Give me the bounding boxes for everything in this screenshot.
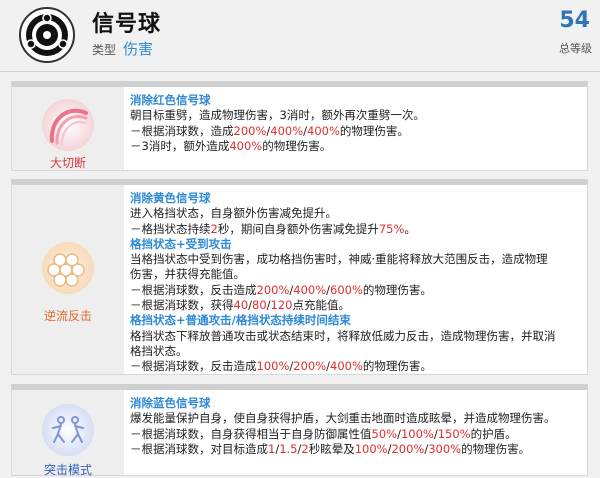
skill-name: 大切断 xyxy=(49,156,86,170)
effect-text: 进入格挡状态，自身额外伤害减免提升。 xyxy=(130,206,581,221)
effect-text: 朝目标重劈，造成物理伤害，3消时，额外再次重劈一次。 xyxy=(130,108,581,123)
skill-description: 消除黄色信号球 进入格挡状态，自身额外伤害减免提升。 －格挡状态持续2秒，期间自身额… xyxy=(130,191,581,375)
text-segment: 格挡状态下释放普通攻击或状态结束时，将释放低威力反击，造成物理伤害，并取消 xyxy=(130,328,556,343)
text-segment: 进入格挡状态，自身额外伤害减免提升。 xyxy=(130,206,337,221)
highlight-value: 100% xyxy=(354,441,388,456)
header-divider xyxy=(0,71,600,72)
highlight-value: 400% xyxy=(229,138,263,153)
highlight-value: 200% xyxy=(391,441,425,456)
skill-name: 逆流反击 xyxy=(43,309,92,323)
text-segment: 爆发能量保护自身，使自身获得护盾，大剑重击地面时造成眩晕，并造成物理伤害。 xyxy=(130,411,556,426)
total-level-value: 54 xyxy=(559,8,590,33)
effect-text: －根据消球数，对目标造成1/1.5/2秒眩晕及100%/200%/300%的物理… xyxy=(130,442,581,457)
skill-card-blue: 突击模式 消除蓝色信号球 爆发能量保护自身，使自身获得护盾，大剑重击地面时造成眩晕… xyxy=(11,384,588,477)
skill-card-yellow: 逆流反击 消除黄色信号球 进入格挡状态，自身额外伤害减免提升。 －格挡状态持续2秒，… xyxy=(11,179,588,375)
text-segment: 的物理伤害。 xyxy=(461,441,531,456)
effect-heading: 格挡状态+普通攻击/格挡状态持续时间结束 xyxy=(130,313,351,328)
highlight-value: 400% xyxy=(307,123,340,138)
orange-honeycomb-shield-icon xyxy=(42,242,94,294)
text-segment: －根据消球数，对目标造成 xyxy=(130,441,268,456)
text-segment: 。 xyxy=(404,221,416,236)
effect-heading: 消除红色信号球 xyxy=(130,93,211,107)
highlight-value: 1.5 xyxy=(279,441,298,456)
highlight-value: 200% xyxy=(233,123,267,138)
text-segment: 格挡状态。 xyxy=(130,343,188,358)
effect-text: －根据消球数，反击造成100%/200%/400%的物理伤害。 xyxy=(130,359,581,374)
skill-description: 消除红色信号球 朝目标重劈，造成物理伤害，3消时，额外再次重劈一次。 －根据消球数，… xyxy=(130,93,581,154)
highlight-value: 400% xyxy=(270,123,304,138)
skill-icon-column: 大切断 xyxy=(12,87,124,170)
skill-card-red: 大切断 消除红色信号球 朝目标重劈，造成物理伤害，3消时，额外再次重劈一次。 －根据… xyxy=(11,81,588,171)
highlight-value: 400% xyxy=(293,282,327,297)
blue-charging-figures-icon xyxy=(42,404,94,456)
highlight-value: 2 xyxy=(301,441,309,456)
text-segment: 的物理伤害。 xyxy=(339,123,409,138)
signal-orb-emblem-icon xyxy=(19,7,75,63)
text-segment: 的物理伤害。 xyxy=(362,282,432,297)
highlight-value: 200% xyxy=(293,359,327,374)
text-segment: 秒，期间自身额外伤害减免提升 xyxy=(217,221,379,236)
effect-text: －根据消球数，自身获得相当于自身防御属性值50%/100%/150%的护盾。 xyxy=(130,427,581,442)
effect-text: －根据消球数，获得40/80/120点充能值。 xyxy=(130,298,581,313)
skill-icon-column: 突击模式 xyxy=(12,390,124,477)
highlight-value: 600% xyxy=(330,282,363,297)
effect-text: －根据消球数，反击造成200%/400%/600%的物理伤害。 xyxy=(130,283,581,298)
type-label: 类型 xyxy=(92,43,117,57)
effect-text: 爆发能量保护自身，使自身获得护盾，大剑重击地面时造成眩晕，并造成物理伤害。 xyxy=(130,411,581,426)
skill-description: 消除蓝色信号球 爆发能量保护自身，使自身获得护盾，大剑重击地面时造成眩晕，并造成物… xyxy=(130,396,581,457)
highlight-value: 75% xyxy=(378,221,405,236)
highlight-value: 300% xyxy=(428,441,462,456)
type-value: 伤害 xyxy=(123,40,154,58)
skill-header: 信号球 类型 伤害 54 总等级 xyxy=(0,0,600,68)
text-segment: 当格挡状态中受到伤害，成功格挡伤害时，神威·重能将释放大范围反击，造成物理 xyxy=(130,252,548,267)
effect-text: －根据消球数，造成200%/400%/400%的物理伤害。 xyxy=(130,124,581,139)
highlight-value: 150% xyxy=(437,426,471,441)
effect-heading: 格挡状态+受到攻击 xyxy=(130,236,232,251)
effect-text: 格挡状态。 xyxy=(130,344,581,359)
effect-heading: 消除蓝色信号球 xyxy=(130,396,211,410)
skill-icon-column: 逆流反击 xyxy=(12,185,124,374)
red-crescent-slash-icon xyxy=(42,99,94,151)
text-segment: 秒眩晕及 xyxy=(308,441,355,456)
effect-text: －格挡状态持续2秒，期间自身额外伤害减免提升75%。 xyxy=(130,222,581,237)
effect-text: －3消时，额外造成400%的物理伤害。 xyxy=(130,139,581,154)
highlight-value: 2 xyxy=(210,221,218,236)
text-segment: 的物理伤害。 xyxy=(362,359,432,374)
text-segment: 的护盾。 xyxy=(470,426,517,441)
text-segment: －3消时，额外造成 xyxy=(130,138,230,153)
highlight-value: 200% xyxy=(256,282,290,297)
highlight-value: 40 xyxy=(233,298,249,313)
highlight-value: 120 xyxy=(270,298,293,313)
text-segment: －根据消球数，获得 xyxy=(130,298,234,313)
text-segment: －根据消球数，反击造成 xyxy=(130,359,257,374)
effect-text: 伤害，并获得充能值。 xyxy=(130,267,581,282)
effect-heading: 消除黄色信号球 xyxy=(130,191,211,205)
highlight-value: 80 xyxy=(252,298,267,313)
skill-title: 信号球 xyxy=(92,12,162,37)
text-segment: 朝目标重劈，造成物理伤害，3消时，额外再次重劈一次。 xyxy=(130,108,425,123)
text-segment: 点充能值。 xyxy=(292,298,350,313)
effect-text: 当格挡状态中受到伤害，成功格挡伤害时，神威·重能将释放大范围反击，造成物理 xyxy=(130,252,581,267)
text-segment: －根据消球数，自身获得相当于自身防御属性值 xyxy=(130,426,372,441)
skill-name: 突击模式 xyxy=(43,463,92,477)
text-segment: －根据消球数，造成 xyxy=(130,123,234,138)
effect-text: 格挡状态下释放普通攻击或状态结束时，将释放低威力反击，造成物理伤害，并取消 xyxy=(130,329,581,344)
total-level-label: 总等级 xyxy=(559,42,592,55)
text-segment: －格挡状态持续 xyxy=(130,221,211,236)
highlight-value: 100% xyxy=(256,359,290,374)
text-segment: 的物理伤害。 xyxy=(262,138,332,153)
text-segment: －根据消球数，反击造成 xyxy=(130,282,257,297)
highlight-value: 400% xyxy=(330,359,363,374)
highlight-value: 100% xyxy=(400,426,434,441)
text-segment: 伤害，并获得充能值。 xyxy=(130,267,245,282)
highlight-value: 50% xyxy=(371,426,398,441)
